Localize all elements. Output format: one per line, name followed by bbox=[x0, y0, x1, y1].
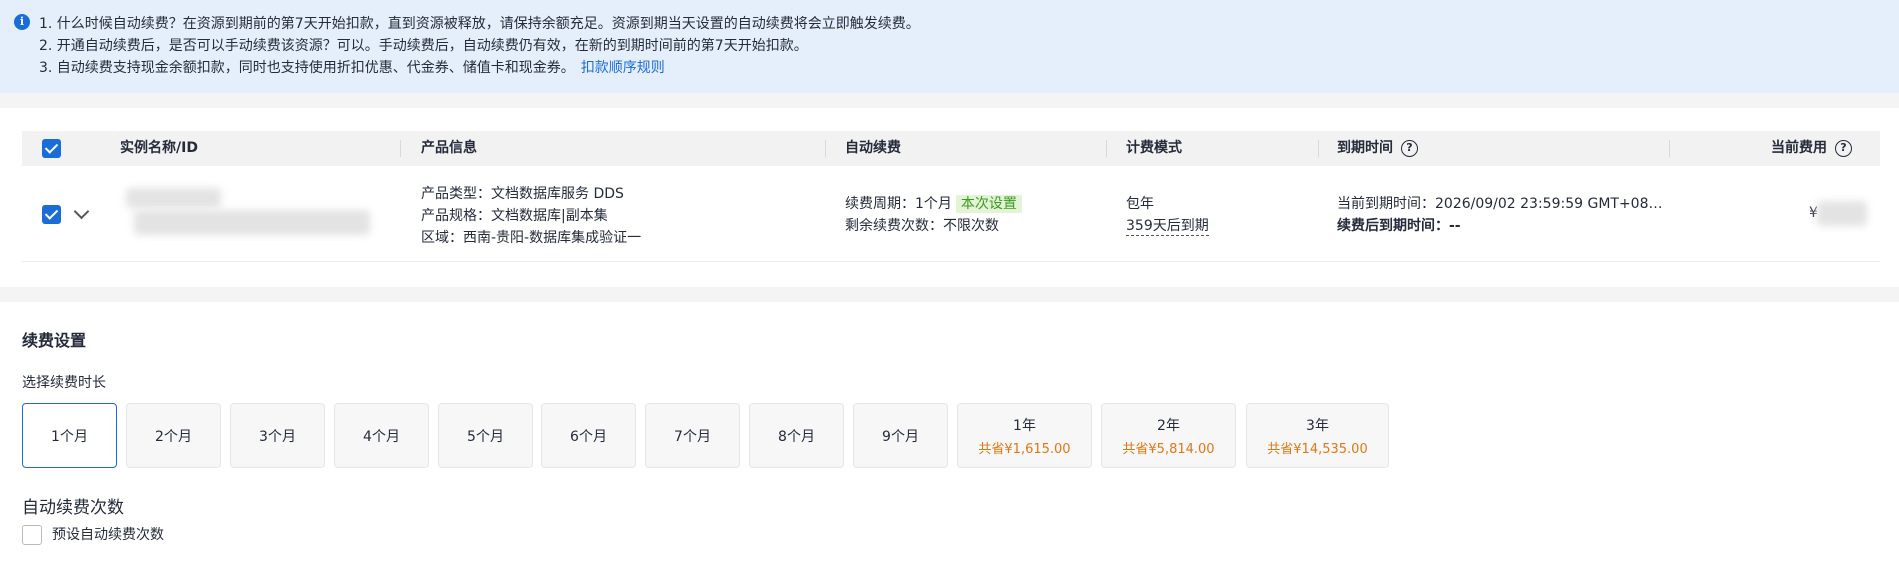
header-renew: 自动续费 bbox=[845, 140, 901, 156]
cost-value-redacted bbox=[1817, 201, 1867, 226]
duration-name: 3年 bbox=[1306, 417, 1329, 434]
header-expire: 到期时间? bbox=[1337, 131, 1418, 166]
renew-count-label: 自动续费次数 bbox=[22, 498, 124, 518]
duration-option-6-month[interactable]: 6个月 bbox=[541, 403, 636, 468]
divider-band-bottom bbox=[0, 287, 1899, 302]
duration-name: 7个月 bbox=[674, 428, 711, 445]
duration-option-5-month[interactable]: 5个月 bbox=[438, 403, 533, 468]
select-all-checkbox[interactable] bbox=[42, 139, 61, 158]
info-icon: i bbox=[14, 14, 30, 30]
duration-option-7-month[interactable]: 7个月 bbox=[645, 403, 740, 468]
header-expire-label: 到期时间 bbox=[1337, 140, 1393, 156]
header-separator bbox=[1106, 140, 1107, 157]
duration-saving: 共省¥1,615.00 bbox=[978, 441, 1071, 457]
notice-line-3: 3. 自动续费支持现金余额扣款，同时也支持使用折扣优惠、代金券、储值卡和现金券。… bbox=[39, 57, 665, 77]
duration-name: 8个月 bbox=[778, 428, 815, 445]
expire-after: 续费后到期时间：-- bbox=[1337, 218, 1461, 234]
product-region: 区域：西南-贵阳-数据库集成验证一 bbox=[421, 230, 642, 246]
duration-option-1-year[interactable]: 1年 共省¥1,615.00 bbox=[957, 403, 1092, 468]
renew-count: 剩余续费次数：不限次数 bbox=[845, 218, 999, 234]
divider-band-top bbox=[0, 93, 1899, 108]
duration-name: 4个月 bbox=[363, 428, 400, 445]
duration-option-9-month[interactable]: 9个月 bbox=[853, 403, 948, 468]
chevron-down-icon[interactable] bbox=[73, 203, 90, 220]
duration-option-3-month[interactable]: 3个月 bbox=[230, 403, 325, 468]
duration-saving: 共省¥14,535.00 bbox=[1267, 441, 1368, 457]
renew-period-text: 续费周期：1个月 bbox=[845, 196, 952, 212]
duration-name: 2年 bbox=[1157, 417, 1180, 434]
duration-name: 6个月 bbox=[570, 428, 607, 445]
preset-count-checkbox[interactable] bbox=[22, 525, 42, 545]
billing-mode: 包年 bbox=[1126, 196, 1154, 212]
header-product: 产品信息 bbox=[421, 140, 477, 156]
preset-count-label[interactable]: 预设自动续费次数 bbox=[52, 525, 164, 545]
duration-label: 选择续费时长 bbox=[22, 375, 106, 391]
settings-title: 续费设置 bbox=[22, 331, 87, 350]
header-separator bbox=[400, 140, 401, 157]
notice-line-2: 2. 开通自动续费后，是否可以手动续费该资源？可以。手动续费后，自动续费仍有效，… bbox=[39, 38, 808, 54]
expire-help-icon[interactable]: ? bbox=[1401, 139, 1418, 157]
duration-saving: 共省¥5,814.00 bbox=[1122, 441, 1215, 457]
duration-name: 5个月 bbox=[467, 428, 504, 445]
renew-tag: 本次设置 bbox=[955, 195, 1022, 213]
header-name: 实例名称/ID bbox=[120, 140, 198, 156]
duration-option-8-month[interactable]: 8个月 bbox=[749, 403, 844, 468]
duration-option-1-month[interactable]: 1个月 bbox=[22, 403, 117, 468]
notice-banner: i 1. 什么时候自动续费？在资源到期前的第7天开始扣款，直到资源被释放，请保持… bbox=[0, 0, 1899, 93]
header-cost-label: 当前费用 bbox=[1771, 140, 1827, 156]
billing-days-left[interactable]: 359天后到期 bbox=[1126, 215, 1209, 236]
duration-option-2-year[interactable]: 2年 共省¥5,814.00 bbox=[1101, 403, 1236, 468]
duration-option-4-month[interactable]: 4个月 bbox=[334, 403, 429, 468]
notice-line-1: 1. 什么时候自动续费？在资源到期前的第7天开始扣款，直到资源被释放，请保持余额… bbox=[39, 16, 920, 32]
duration-name: 2个月 bbox=[155, 428, 192, 445]
row-divider bbox=[22, 261, 1880, 262]
duration-name: 3个月 bbox=[259, 428, 296, 445]
duration-name: 9个月 bbox=[882, 428, 919, 445]
duration-option-3-year[interactable]: 3年 共省¥14,535.00 bbox=[1246, 403, 1389, 468]
cost-help-icon[interactable]: ? bbox=[1835, 139, 1852, 157]
instance-name-redacted bbox=[126, 188, 221, 208]
deduction-order-link[interactable]: 扣款顺序规则 bbox=[581, 60, 665, 76]
product-type: 产品类型：文档数据库服务 DDS bbox=[421, 186, 624, 202]
header-billing: 计费模式 bbox=[1126, 140, 1182, 156]
expire-current: 当前到期时间：2026/09/02 23:59:59 GMT+08… bbox=[1337, 196, 1663, 212]
duration-option-2-month[interactable]: 2个月 bbox=[126, 403, 221, 468]
header-separator bbox=[1318, 140, 1319, 157]
notice-line-3-text: 3. 自动续费支持现金余额扣款，同时也支持使用折扣优惠、代金券、储值卡和现金券。 bbox=[39, 60, 575, 76]
table-header: 实例名称/ID 产品信息 自动续费 计费模式 到期时间? 当前费用? bbox=[22, 131, 1880, 166]
header-cost: 当前费用? bbox=[1771, 131, 1852, 166]
row-checkbox[interactable] bbox=[42, 205, 61, 224]
product-spec: 产品规格：文档数据库|副本集 bbox=[421, 208, 608, 224]
header-separator bbox=[825, 140, 826, 157]
header-separator bbox=[1669, 140, 1670, 157]
renew-period: 续费周期：1个月 本次设置 bbox=[845, 193, 1022, 213]
duration-name: 1年 bbox=[1013, 417, 1036, 434]
instance-id-redacted bbox=[134, 210, 370, 235]
duration-name: 1个月 bbox=[51, 428, 88, 445]
